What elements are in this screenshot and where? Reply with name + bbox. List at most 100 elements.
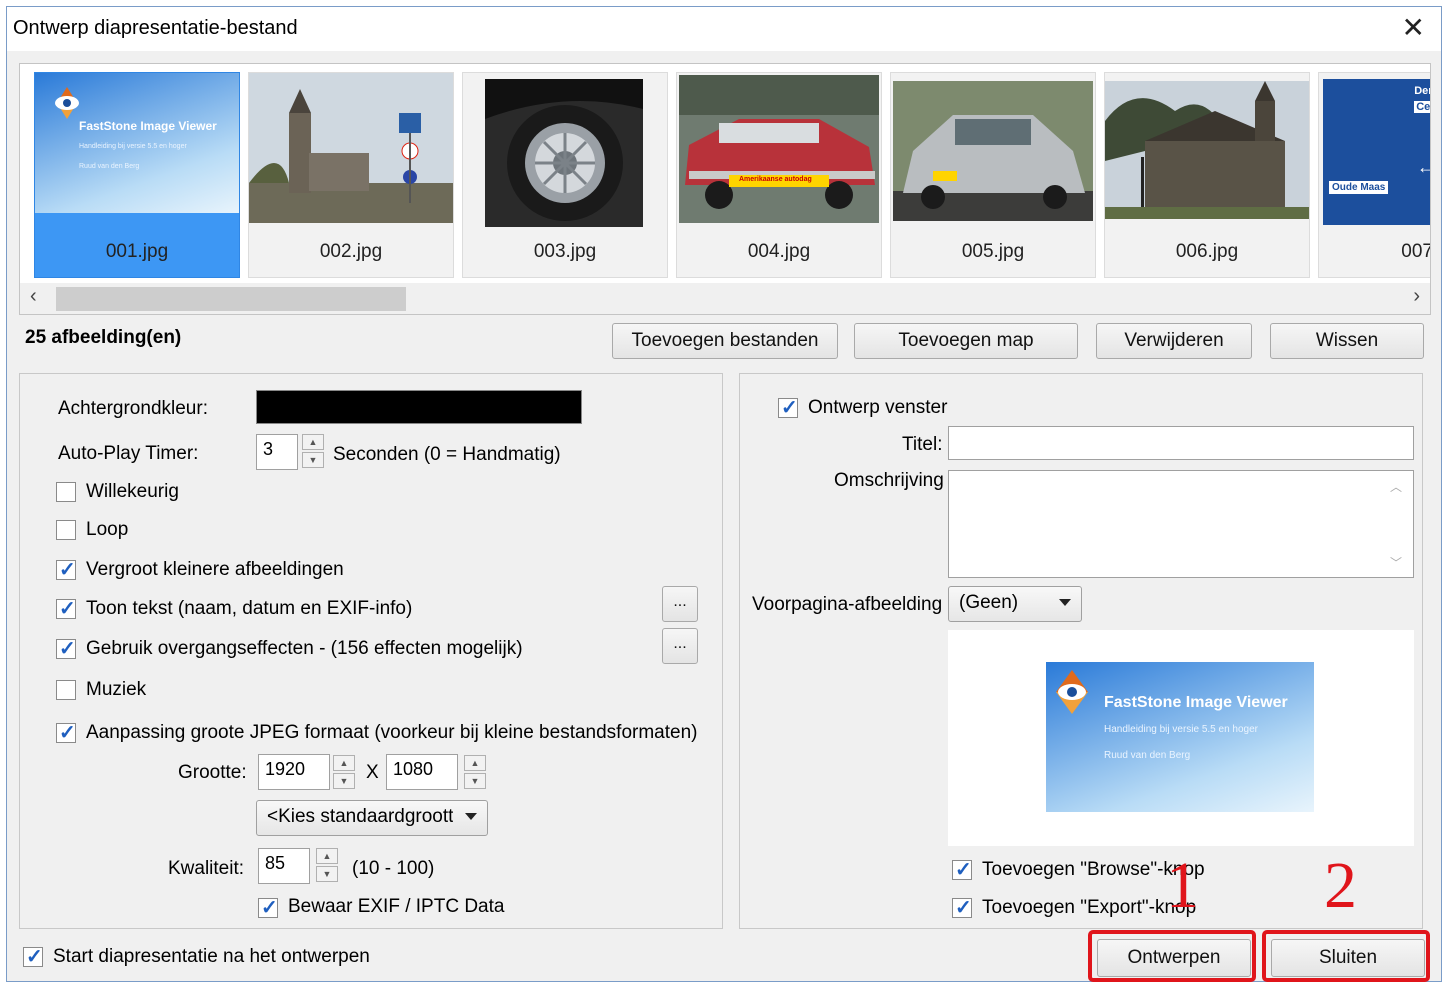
thumbnail-item[interactable]: FastStone Image Viewer Handleiding bij v… — [34, 72, 240, 278]
add-folder-button[interactable]: Toevoegen map — [854, 323, 1078, 359]
clear-button[interactable]: Wissen — [1270, 323, 1424, 359]
sign-text-2: Cen — [1414, 101, 1430, 113]
thumbnail-label: 003.jpg — [533, 241, 597, 262]
image-count: 25 afbeelding(en) — [25, 327, 182, 348]
thumbnail-image: Den Cen Oude Maas ← — [1323, 79, 1430, 225]
size-label: Grootte: — [178, 762, 247, 783]
chevron-down-icon — [465, 813, 477, 820]
preview-title: FastStone Image Viewer — [1104, 694, 1288, 711]
thumbnail-item[interactable]: 005.jpg — [890, 72, 1096, 278]
quality-label: Kwaliteit: — [168, 858, 245, 879]
quality-range-label: (10 - 100) — [352, 858, 435, 879]
design-window-panel: Ontwerp venster Titel: Omschrijving ︿ ﹀ … — [739, 373, 1423, 929]
keep-exif-checkbox[interactable] — [258, 895, 278, 920]
cover-preview-image: FastStone Image Viewer Handleiding bij v… — [1046, 662, 1314, 812]
scrollbar-thumb[interactable] — [56, 287, 406, 311]
annotation-box-close — [1262, 930, 1430, 982]
quality-input[interactable]: 85 — [258, 848, 310, 884]
thumbnail-item[interactable]: 006.jpg — [1104, 72, 1310, 278]
thumb-fs-sub1: Handleiding bij versie 5.5 en hoger — [79, 143, 187, 150]
cover-preview-area: FastStone Image Viewer Handleiding bij v… — [948, 630, 1414, 846]
enlarge-label: Vergroot kleinere afbeeldingen — [86, 559, 344, 580]
width-stepper[interactable]: ▲ ▼ — [333, 755, 355, 789]
design-window-label: Ontwerp venster — [808, 397, 948, 418]
scroll-left-icon[interactable]: ‹ — [30, 285, 37, 308]
background-color-swatch[interactable] — [256, 390, 582, 424]
start-after-checkbox[interactable] — [23, 944, 43, 969]
transitions-label: Gebruik overgangseffecten - (156 effecte… — [86, 638, 523, 659]
preview-subtitle-1: Handleiding bij versie 5.5 en hoger — [1104, 724, 1258, 735]
random-label: Willekeurig — [86, 481, 179, 502]
cover-image-dropdown[interactable]: (Geen) — [948, 586, 1082, 622]
loop-checkbox[interactable] — [56, 520, 76, 540]
thumbnail-scrollbar[interactable]: ‹ › — [19, 283, 1431, 315]
enlarge-checkbox[interactable] — [56, 557, 76, 582]
width-input[interactable]: 1920 — [258, 754, 330, 790]
scroll-down-icon[interactable]: ﹀ — [1390, 554, 1402, 571]
start-after-label: Start diapresentatie na het ontwerpen — [53, 946, 370, 967]
background-color-label: Achtergrondkleur: — [58, 398, 208, 419]
sign-text-1: Den — [1414, 85, 1430, 97]
sign-text-3: Oude Maas — [1329, 181, 1389, 194]
thumbnail-image — [485, 79, 643, 227]
add-files-button[interactable]: Toevoegen bestanden — [612, 323, 838, 359]
cover-image-label: Voorpagina-afbeelding — [752, 594, 943, 615]
thumbnail-label: 007 — [1401, 241, 1431, 262]
design-window-checkbox[interactable] — [778, 395, 798, 420]
text-options-button[interactable]: ... — [662, 586, 698, 622]
random-checkbox[interactable] — [56, 482, 76, 502]
keep-exif-label: Bewaar EXIF / IPTC Data — [288, 896, 505, 917]
preview-subtitle-2: Ruud van den Berg — [1104, 750, 1191, 761]
cover-image-value: (Geen) — [959, 592, 1019, 613]
thumb-fs-sub2: Ruud van den Berg — [79, 163, 140, 170]
thumbnail-image — [249, 73, 453, 223]
faststone-logo-icon — [1056, 670, 1088, 714]
timer-stepper[interactable]: ▲ ▼ — [302, 434, 324, 468]
size-separator: X — [366, 762, 379, 783]
thumbnail-item[interactable]: 002.jpg — [248, 72, 454, 278]
thumbnail-image — [893, 81, 1093, 221]
description-textarea[interactable] — [948, 470, 1414, 578]
annotation-box-design — [1088, 930, 1256, 982]
chevron-down-icon — [1059, 599, 1071, 606]
timer-input[interactable]: 3 — [256, 434, 298, 470]
thumbnail-item[interactable]: 003.jpg — [462, 72, 668, 278]
music-checkbox[interactable] — [56, 680, 76, 700]
add-export-checkbox[interactable] — [952, 895, 972, 920]
jpeg-resize-label: Aanpassing groote JPEG formaat (voorkeur… — [86, 722, 698, 743]
annotation-number-2: 2 — [1324, 849, 1357, 922]
dialog-window: Ontwerp diapresentatie-bestand ✕ FastSto… — [6, 6, 1442, 982]
window-title: Ontwerp diapresentatie-bestand — [13, 17, 298, 39]
title-bar: Ontwerp diapresentatie-bestand ✕ — [7, 7, 1441, 51]
timer-unit-label: Seconden (0 = Handmatig) — [333, 444, 561, 465]
thumbnail-label: 004.jpg — [747, 241, 811, 262]
add-browse-checkbox[interactable] — [952, 857, 972, 882]
height-input[interactable]: 1080 — [386, 754, 458, 790]
thumbnail-item[interactable]: Den Cen Oude Maas ← 007 — [1318, 72, 1431, 278]
remove-button[interactable]: Verwijderen — [1096, 323, 1252, 359]
thumbnail-image: Amerikaanse autodag — [679, 75, 879, 223]
preset-size-dropdown[interactable]: <Kies standaardgrootte — [256, 800, 488, 836]
settings-panel: Achtergrondkleur: Auto-Play Timer: 3 ▲ ▼ … — [19, 373, 723, 929]
transition-options-button[interactable]: ... — [662, 628, 698, 664]
description-label: Omschrijving — [834, 470, 944, 491]
transitions-checkbox[interactable] — [56, 636, 76, 661]
jpeg-resize-checkbox[interactable] — [56, 720, 76, 745]
thumbnail-item[interactable]: Amerikaanse autodag 004.jpg — [676, 72, 882, 278]
music-label: Muziek — [86, 679, 147, 700]
loop-label: Loop — [86, 519, 129, 540]
quality-stepper[interactable]: ▲ ▼ — [316, 848, 338, 882]
title-label: Titel: — [902, 434, 943, 455]
close-icon[interactable]: ✕ — [1402, 11, 1425, 44]
height-stepper[interactable]: ▲ ▼ — [464, 755, 486, 789]
title-input[interactable] — [948, 426, 1414, 460]
scroll-up-icon[interactable]: ︿ — [1390, 478, 1402, 495]
thumbnail-strip[interactable]: FastStone Image Viewer Handleiding bij v… — [19, 63, 1431, 315]
thumbnail-label: 006.jpg — [1175, 241, 1239, 262]
thumbnail-label: 001.jpg — [105, 241, 169, 262]
thumb-fs-title: FastStone Image Viewer — [79, 119, 217, 133]
show-text-checkbox[interactable] — [56, 596, 76, 621]
scroll-right-icon[interactable]: › — [1413, 285, 1420, 308]
add-export-label: Toevoegen "Export"-knop — [982, 897, 1197, 918]
thumbnail-label: 002.jpg — [319, 241, 383, 262]
